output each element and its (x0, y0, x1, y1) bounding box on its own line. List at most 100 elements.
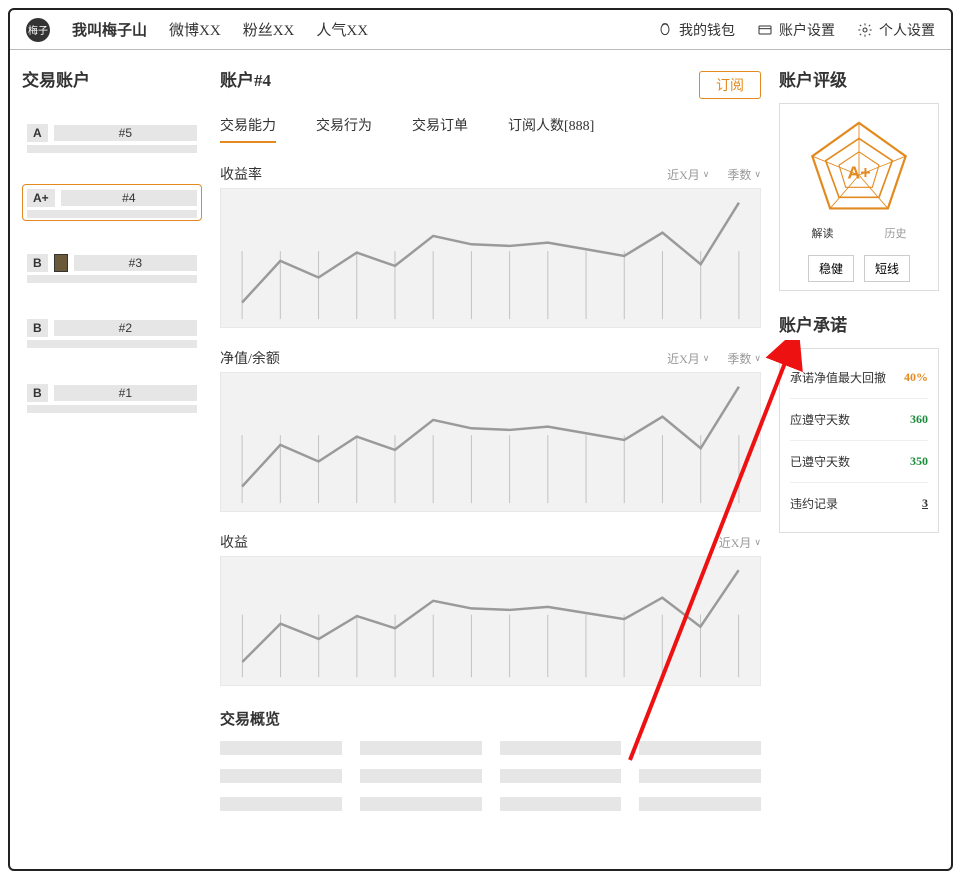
chart-control-season[interactable]: 季数 ∨ (727, 350, 761, 367)
tab[interactable]: 订阅人数[888] (508, 115, 594, 143)
overview-section: 交易概览 (220, 708, 761, 811)
subscribe-button[interactable]: 订阅 (699, 71, 761, 99)
account-subline (27, 405, 197, 413)
account-item[interactable]: B #2 (22, 314, 202, 351)
center-panel: 账户#4 订阅 交易能力交易行为交易订单订阅人数[888] 收益率近X月 ∨季数… (220, 66, 761, 811)
chart-block: 收益率 近X月 ∨ 季数 ∨ (220, 164, 761, 328)
account-item[interactable]: A #5 (22, 119, 202, 156)
overview-cell (500, 769, 622, 783)
grade-badge: A (27, 124, 48, 142)
radar-chart-icon: A+ (799, 114, 919, 214)
nav-account-settings[interactable]: 账户设置 (757, 20, 835, 40)
grade-badge: B (27, 384, 48, 402)
promise-row: 已遵守天数 350 (790, 441, 928, 483)
overview-cell (220, 741, 342, 755)
wallet-icon (657, 22, 673, 38)
nav-wallet[interactable]: 我的钱包 (657, 20, 735, 40)
overview-cell (220, 769, 342, 783)
chevron-down-icon: ∨ (703, 353, 710, 364)
account-subline (27, 210, 197, 218)
chart-block: 净值/余额 近X月 ∨ 季数 ∨ (220, 348, 761, 512)
chart-control-period[interactable]: 近X月 ∨ (667, 166, 709, 183)
rating-title: 账户评级 (779, 66, 939, 91)
nav-link-fans[interactable]: 粉丝XX (243, 19, 295, 40)
overview-cell (360, 769, 482, 783)
nav-link-weibo[interactable]: 微博XX (169, 19, 221, 40)
rating-tab-history[interactable]: 历史 (885, 225, 907, 241)
chart-canvas (220, 188, 761, 328)
grade-badge: A+ (27, 189, 55, 207)
promise-label: 违约记录 (790, 495, 838, 512)
chart-control-season[interactable]: 季数 ∨ (727, 166, 761, 183)
sidebar: 交易账户 A#5A+#4B#3B#2B#1 (22, 66, 202, 811)
chevron-down-icon: ∨ (754, 169, 761, 180)
nav-personal-settings-label: 个人设置 (879, 20, 935, 40)
promise-title: 账户承诺 (779, 311, 939, 336)
promise-label: 已遵守天数 (790, 453, 850, 470)
overview-cell (500, 741, 622, 755)
gear-icon (857, 22, 873, 38)
account-item[interactable]: A+ #4 (22, 184, 202, 221)
overview-grid (220, 741, 761, 811)
chart-canvas (220, 372, 761, 512)
account-name: #5 (54, 125, 197, 141)
chart-block: 收益 近X月 ∨ (220, 532, 761, 686)
sidebar-title: 交易账户 (22, 66, 202, 91)
rating-btn-steady[interactable]: 稳健 (808, 255, 854, 282)
account-subline (27, 275, 197, 283)
promise-box: 承诺净值最大回撤 40% 应遵守天数 360 已遵守天数 350 违约记录 3 (779, 348, 939, 533)
account-item[interactable]: B #1 (22, 379, 202, 416)
top-nav: 梅子 我叫梅子山 微博XX 粉丝XX 人气XX 我的钱包 账户设置 个人设置 (10, 10, 951, 50)
svg-text:A+: A+ (847, 162, 870, 182)
tab-bar: 交易能力 交易行为 交易订单 订阅人数[888] (220, 115, 761, 144)
chart-control-period[interactable]: 近X月 ∨ (719, 534, 761, 551)
promise-row: 违约记录 3 (790, 483, 928, 524)
overview-cell (360, 797, 482, 811)
chart-control-period[interactable]: 近X月 ∨ (667, 350, 709, 367)
promise-value: 40% (904, 370, 928, 385)
promise-value: 3 (922, 496, 928, 511)
promise-label: 承诺净值最大回撤 (790, 369, 886, 386)
avatar-icon (54, 254, 68, 272)
right-column: 账户评级 A+ 解读 历史 (779, 66, 939, 811)
account-item[interactable]: B#3 (22, 249, 202, 286)
nav-wallet-label: 我的钱包 (679, 20, 735, 40)
account-name: #4 (61, 190, 197, 206)
overview-cell (639, 741, 761, 755)
promise-value: 360 (910, 412, 928, 427)
nav-account-settings-label: 账户设置 (779, 20, 835, 40)
tab[interactable]: 交易能力 (220, 115, 276, 143)
chevron-down-icon: ∨ (754, 537, 761, 548)
overview-cell (639, 797, 761, 811)
overview-title: 交易概览 (220, 708, 761, 729)
tab[interactable]: 交易订单 (412, 115, 468, 143)
center-title: 账户#4 (220, 66, 271, 91)
nav-link-popularity[interactable]: 人气XX (316, 19, 368, 40)
overview-cell (360, 741, 482, 755)
account-subline (27, 340, 197, 348)
card-icon (757, 22, 773, 38)
rating-tab-interpret[interactable]: 解读 (812, 225, 834, 241)
chart-title: 净值/余额 (220, 348, 280, 368)
grade-badge: B (27, 319, 48, 337)
chart-title: 收益 (220, 532, 248, 552)
overview-cell (220, 797, 342, 811)
account-name: #2 (54, 320, 197, 336)
rating-card: A+ 解读 历史 稳健 短线 (779, 103, 939, 291)
account-subline (27, 145, 197, 153)
chart-title: 收益率 (220, 164, 262, 184)
logo-icon: 梅子 (26, 18, 50, 42)
overview-cell (639, 769, 761, 783)
promise-label: 应遵守天数 (790, 411, 850, 428)
promise-value: 350 (910, 454, 928, 469)
overview-cell (500, 797, 622, 811)
chart-canvas (220, 556, 761, 686)
chevron-down-icon: ∨ (754, 353, 761, 364)
grade-badge: B (27, 254, 48, 272)
rating-btn-short[interactable]: 短线 (864, 255, 910, 282)
promise-row: 承诺净值最大回撤 40% (790, 357, 928, 399)
promise-row: 应遵守天数 360 (790, 399, 928, 441)
nav-personal-settings[interactable]: 个人设置 (857, 20, 935, 40)
account-name: #1 (54, 385, 197, 401)
tab[interactable]: 交易行为 (316, 115, 372, 143)
